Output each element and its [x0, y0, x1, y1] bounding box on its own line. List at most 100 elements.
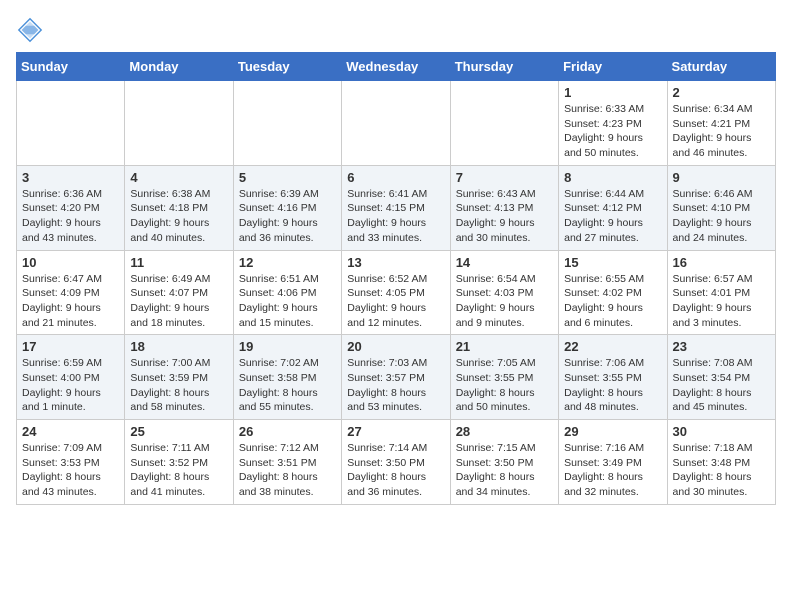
calendar-cell: 6 Sunrise: 6:41 AM Sunset: 4:15 PM Daylig…: [342, 165, 450, 250]
day-number: 5: [239, 170, 336, 185]
day-number: 16: [673, 255, 770, 270]
day-number: 13: [347, 255, 444, 270]
calendar-header-row: SundayMondayTuesdayWednesdayThursdayFrid…: [17, 53, 776, 81]
day-info: Sunrise: 7:16 AM Sunset: 3:49 PM Dayligh…: [564, 441, 661, 500]
day-info: Sunrise: 7:00 AM Sunset: 3:59 PM Dayligh…: [130, 356, 227, 415]
day-info: Sunrise: 7:03 AM Sunset: 3:57 PM Dayligh…: [347, 356, 444, 415]
day-number: 24: [22, 424, 119, 439]
day-number: 1: [564, 85, 661, 100]
day-info: Sunrise: 6:51 AM Sunset: 4:06 PM Dayligh…: [239, 272, 336, 331]
calendar-cell: [125, 81, 233, 166]
calendar-cell: 27 Sunrise: 7:14 AM Sunset: 3:50 PM Dayli…: [342, 420, 450, 505]
calendar-cell: 24 Sunrise: 7:09 AM Sunset: 3:53 PM Dayli…: [17, 420, 125, 505]
calendar-cell: 2 Sunrise: 6:34 AM Sunset: 4:21 PM Daylig…: [667, 81, 775, 166]
day-number: 7: [456, 170, 553, 185]
day-number: 28: [456, 424, 553, 439]
day-info: Sunrise: 6:41 AM Sunset: 4:15 PM Dayligh…: [347, 187, 444, 246]
day-info: Sunrise: 6:57 AM Sunset: 4:01 PM Dayligh…: [673, 272, 770, 331]
calendar-cell: 4 Sunrise: 6:38 AM Sunset: 4:18 PM Daylig…: [125, 165, 233, 250]
calendar-cell: 30 Sunrise: 7:18 AM Sunset: 3:48 PM Dayli…: [667, 420, 775, 505]
calendar-cell: 21 Sunrise: 7:05 AM Sunset: 3:55 PM Dayli…: [450, 335, 558, 420]
calendar-cell: 8Sunrise: 6:44 AM Sunset: 4:12 PM Daylig…: [559, 165, 667, 250]
day-number: 3: [22, 170, 119, 185]
day-number: 15: [564, 255, 661, 270]
calendar-cell: [233, 81, 341, 166]
day-info: Sunrise: 6:52 AM Sunset: 4:05 PM Dayligh…: [347, 272, 444, 331]
day-number: 30: [673, 424, 770, 439]
day-number: 9: [673, 170, 770, 185]
day-number: 20: [347, 339, 444, 354]
calendar-table: SundayMondayTuesdayWednesdayThursdayFrid…: [16, 52, 776, 505]
day-number: 11: [130, 255, 227, 270]
calendar-cell: 23Sunrise: 7:08 AM Sunset: 3:54 PM Dayli…: [667, 335, 775, 420]
calendar-cell: [342, 81, 450, 166]
calendar-cell: 5Sunrise: 6:39 AM Sunset: 4:16 PM Daylig…: [233, 165, 341, 250]
calendar-cell: 19Sunrise: 7:02 AM Sunset: 3:58 PM Dayli…: [233, 335, 341, 420]
day-header-tuesday: Tuesday: [233, 53, 341, 81]
day-info: Sunrise: 6:34 AM Sunset: 4:21 PM Dayligh…: [673, 102, 770, 161]
day-number: 29: [564, 424, 661, 439]
day-info: Sunrise: 7:15 AM Sunset: 3:50 PM Dayligh…: [456, 441, 553, 500]
day-info: Sunrise: 7:18 AM Sunset: 3:48 PM Dayligh…: [673, 441, 770, 500]
calendar-cell: 11 Sunrise: 6:49 AM Sunset: 4:07 PM Dayli…: [125, 250, 233, 335]
calendar-cell: [450, 81, 558, 166]
day-header-friday: Friday: [559, 53, 667, 81]
day-info: Sunrise: 7:11 AM Sunset: 3:52 PM Dayligh…: [130, 441, 227, 500]
day-info: Sunrise: 6:55 AM Sunset: 4:02 PM Dayligh…: [564, 272, 661, 331]
day-info: Sunrise: 6:49 AM Sunset: 4:07 PM Dayligh…: [130, 272, 227, 331]
calendar-cell: 29 Sunrise: 7:16 AM Sunset: 3:49 PM Dayli…: [559, 420, 667, 505]
day-number: 6: [347, 170, 444, 185]
day-number: 22: [564, 339, 661, 354]
day-number: 26: [239, 424, 336, 439]
day-number: 14: [456, 255, 553, 270]
day-number: 27: [347, 424, 444, 439]
logo-icon: [16, 16, 44, 44]
day-info: Sunrise: 6:54 AM Sunset: 4:03 PM Dayligh…: [456, 272, 553, 331]
calendar-cell: 14 Sunrise: 6:54 AM Sunset: 4:03 PM Dayli…: [450, 250, 558, 335]
calendar-cell: 25 Sunrise: 7:11 AM Sunset: 3:52 PM Dayli…: [125, 420, 233, 505]
day-info: Sunrise: 7:06 AM Sunset: 3:55 PM Dayligh…: [564, 356, 661, 415]
day-info: Sunrise: 6:38 AM Sunset: 4:18 PM Dayligh…: [130, 187, 227, 246]
calendar-cell: 10 Sunrise: 6:47 AM Sunset: 4:09 PM Dayli…: [17, 250, 125, 335]
day-info: Sunrise: 7:14 AM Sunset: 3:50 PM Dayligh…: [347, 441, 444, 500]
page-header: [16, 16, 776, 44]
calendar-cell: 12Sunrise: 6:51 AM Sunset: 4:06 PM Dayli…: [233, 250, 341, 335]
calendar-cell: 28 Sunrise: 7:15 AM Sunset: 3:50 PM Dayli…: [450, 420, 558, 505]
day-number: 19: [239, 339, 336, 354]
day-header-monday: Monday: [125, 53, 233, 81]
calendar-week-row: 24 Sunrise: 7:09 AM Sunset: 3:53 PM Dayli…: [17, 420, 776, 505]
calendar-cell: 26 Sunrise: 7:12 AM Sunset: 3:51 PM Dayli…: [233, 420, 341, 505]
calendar-cell: 1 Sunrise: 6:33 AM Sunset: 4:23 PM Daylig…: [559, 81, 667, 166]
calendar-cell: 9Sunrise: 6:46 AM Sunset: 4:10 PM Daylig…: [667, 165, 775, 250]
calendar-cell: 7 Sunrise: 6:43 AM Sunset: 4:13 PM Daylig…: [450, 165, 558, 250]
day-info: Sunrise: 6:33 AM Sunset: 4:23 PM Dayligh…: [564, 102, 661, 161]
day-header-wednesday: Wednesday: [342, 53, 450, 81]
calendar-cell: 13 Sunrise: 6:52 AM Sunset: 4:05 PM Dayli…: [342, 250, 450, 335]
day-number: 23: [673, 339, 770, 354]
day-info: Sunrise: 6:36 AM Sunset: 4:20 PM Dayligh…: [22, 187, 119, 246]
day-number: 17: [22, 339, 119, 354]
day-info: Sunrise: 6:47 AM Sunset: 4:09 PM Dayligh…: [22, 272, 119, 331]
calendar-week-row: 3 Sunrise: 6:36 AM Sunset: 4:20 PM Daylig…: [17, 165, 776, 250]
calendar-cell: 18Sunrise: 7:00 AM Sunset: 3:59 PM Dayli…: [125, 335, 233, 420]
day-number: 21: [456, 339, 553, 354]
calendar-cell: 3 Sunrise: 6:36 AM Sunset: 4:20 PM Daylig…: [17, 165, 125, 250]
day-info: Sunrise: 7:09 AM Sunset: 3:53 PM Dayligh…: [22, 441, 119, 500]
day-info: Sunrise: 6:44 AM Sunset: 4:12 PM Dayligh…: [564, 187, 661, 246]
day-info: Sunrise: 7:05 AM Sunset: 3:55 PM Dayligh…: [456, 356, 553, 415]
day-info: Sunrise: 6:59 AM Sunset: 4:00 PM Dayligh…: [22, 356, 119, 415]
calendar-cell: 22 Sunrise: 7:06 AM Sunset: 3:55 PM Dayli…: [559, 335, 667, 420]
calendar-cell: 17 Sunrise: 6:59 AM Sunset: 4:00 PM Dayli…: [17, 335, 125, 420]
day-info: Sunrise: 6:43 AM Sunset: 4:13 PM Dayligh…: [456, 187, 553, 246]
day-number: 4: [130, 170, 227, 185]
calendar-cell: 15 Sunrise: 6:55 AM Sunset: 4:02 PM Dayli…: [559, 250, 667, 335]
day-info: Sunrise: 7:12 AM Sunset: 3:51 PM Dayligh…: [239, 441, 336, 500]
calendar-week-row: 17 Sunrise: 6:59 AM Sunset: 4:00 PM Dayli…: [17, 335, 776, 420]
day-number: 2: [673, 85, 770, 100]
day-header-sunday: Sunday: [17, 53, 125, 81]
calendar-cell: 16 Sunrise: 6:57 AM Sunset: 4:01 PM Dayli…: [667, 250, 775, 335]
logo: [16, 16, 48, 44]
day-number: 25: [130, 424, 227, 439]
calendar-week-row: 1 Sunrise: 6:33 AM Sunset: 4:23 PM Daylig…: [17, 81, 776, 166]
day-number: 10: [22, 255, 119, 270]
